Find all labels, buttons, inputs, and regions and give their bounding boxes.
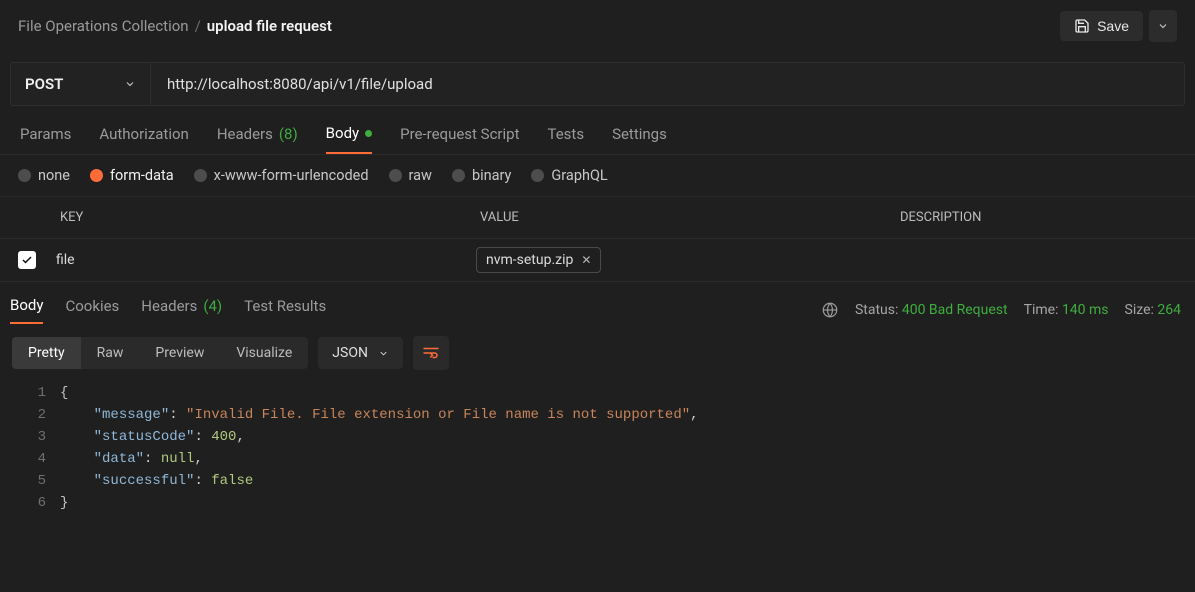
resp-headers-label: Headers <box>141 297 197 315</box>
view-visualize[interactable]: Visualize <box>220 337 308 369</box>
status-value: 400 Bad Request <box>902 302 1008 318</box>
body-type-graphql[interactable]: GraphQL <box>531 167 607 184</box>
form-data-table: KEY VALUE DESCRIPTION file nvm-setup.zip… <box>0 197 1195 282</box>
breadcrumb: File Operations Collection / upload file… <box>18 17 332 35</box>
line-gutter: 123456 <box>0 378 60 514</box>
tab-authorization[interactable]: Authorization <box>99 124 188 154</box>
size-label: Size: <box>1125 302 1154 318</box>
save-icon <box>1074 18 1090 34</box>
tab-settings[interactable]: Settings <box>612 124 667 154</box>
save-button[interactable]: Save <box>1060 11 1143 41</box>
breadcrumb-collection[interactable]: File Operations Collection <box>18 17 189 35</box>
view-preview[interactable]: Preview <box>139 337 220 369</box>
body-modified-dot-icon <box>365 130 372 137</box>
save-label: Save <box>1097 18 1129 34</box>
tab-params[interactable]: Params <box>20 124 71 154</box>
chevron-down-icon <box>124 78 136 90</box>
body-type-x-www-form-urlencoded[interactable]: x-www-form-urlencoded <box>194 167 369 184</box>
time-value: 140 ms <box>1062 302 1109 318</box>
url-input[interactable]: http://localhost:8080/api/v1/file/upload <box>151 63 1184 105</box>
view-segmented: Pretty Raw Preview Visualize <box>12 337 308 369</box>
tab-headers[interactable]: Headers (8) <box>217 124 298 154</box>
body-type-form-data[interactable]: form-data <box>90 167 174 184</box>
tab-tests[interactable]: Tests <box>547 124 584 154</box>
response-tabs: Body Cookies Headers (4) Test Results <box>10 296 326 324</box>
response-body[interactable]: 123456 { "message": "Invalid File. File … <box>0 378 1195 534</box>
status-label: Status: <box>855 302 898 318</box>
row-checkbox[interactable] <box>18 251 36 269</box>
tab-body-label: Body <box>326 124 359 142</box>
request-tabs: Params Authorization Headers (8) Body Pr… <box>0 106 1195 154</box>
save-dropdown-button[interactable] <box>1149 10 1177 42</box>
method-value: POST <box>25 75 63 93</box>
col-description: DESCRIPTION <box>886 197 1195 239</box>
view-pretty[interactable]: Pretty <box>12 337 81 369</box>
col-key: KEY <box>46 197 466 239</box>
body-type-none[interactable]: none <box>18 167 70 184</box>
file-chip-remove-icon[interactable]: ✕ <box>581 253 591 267</box>
time-label: Time: <box>1024 302 1059 318</box>
body-type-raw[interactable]: raw <box>389 167 432 184</box>
size-value: 264 <box>1157 302 1181 318</box>
resp-tab-test-results[interactable]: Test Results <box>244 296 326 324</box>
tab-pre-request[interactable]: Pre-request Script <box>400 124 519 154</box>
file-chip-name: nvm-setup.zip <box>486 252 573 268</box>
method-select[interactable]: POST <box>11 63 151 105</box>
headers-count: (8) <box>279 125 298 143</box>
table-row: file nvm-setup.zip ✕ <box>0 239 1195 282</box>
response-meta: Status: 400 Bad Request Time: 140 ms Siz… <box>821 301 1181 319</box>
resp-headers-count: (4) <box>203 297 222 315</box>
tab-headers-label: Headers <box>217 125 273 143</box>
resp-tab-body[interactable]: Body <box>10 296 43 324</box>
file-chip[interactable]: nvm-setup.zip ✕ <box>476 247 601 273</box>
breadcrumb-sep: / <box>195 17 201 35</box>
tab-body[interactable]: Body <box>326 124 372 154</box>
resp-tab-cookies[interactable]: Cookies <box>65 296 119 324</box>
network-icon[interactable] <box>821 301 839 319</box>
chevron-down-icon <box>378 348 389 359</box>
breadcrumb-current[interactable]: upload file request <box>207 17 332 35</box>
body-type-row: none form-data x-www-form-urlencoded raw… <box>0 154 1195 197</box>
row-key-input[interactable]: file <box>56 252 75 268</box>
format-select[interactable]: JSON <box>318 337 403 369</box>
wrap-lines-button[interactable] <box>413 336 449 370</box>
col-value: VALUE <box>466 197 886 239</box>
view-raw[interactable]: Raw <box>81 337 140 369</box>
body-type-binary[interactable]: binary <box>452 167 511 184</box>
request-row: POST http://localhost:8080/api/v1/file/u… <box>10 62 1185 106</box>
chevron-down-icon <box>1157 20 1169 32</box>
resp-tab-headers[interactable]: Headers (4) <box>141 296 222 324</box>
format-value: JSON <box>332 345 368 361</box>
response-view-row: Pretty Raw Preview Visualize JSON <box>0 324 1195 378</box>
